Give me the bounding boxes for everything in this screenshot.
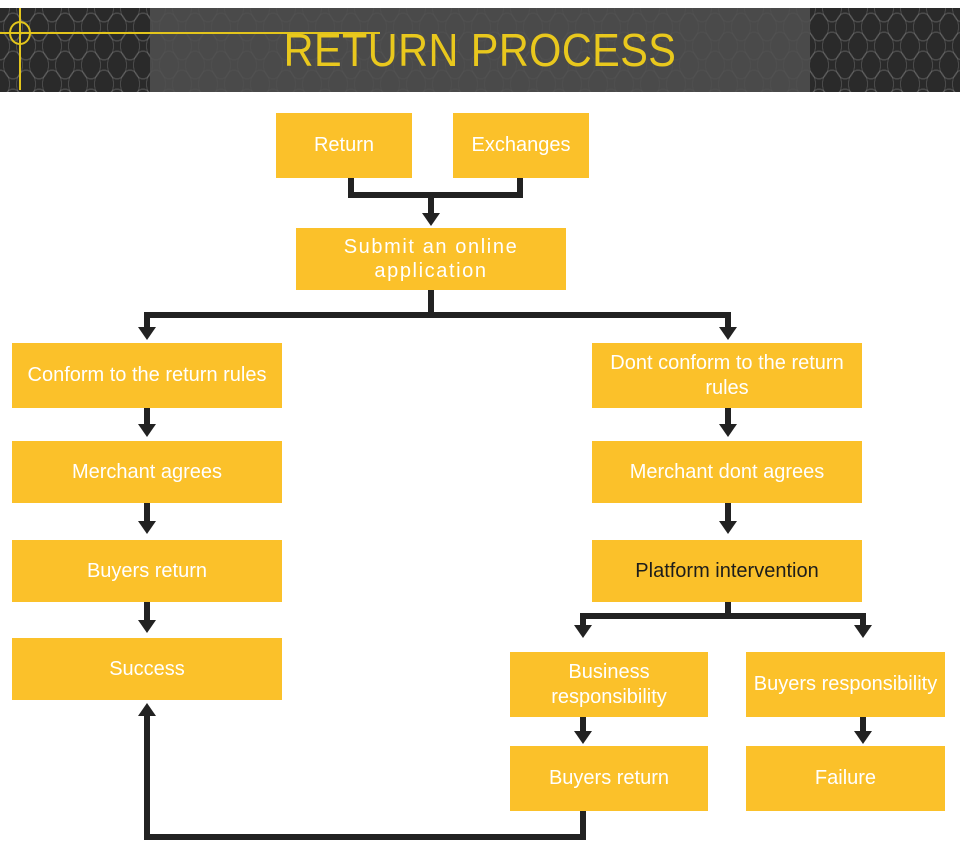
flow-node-merchant-dont-agrees[interactable]: Merchant dont agrees bbox=[592, 441, 862, 503]
flow-node-conform-rules[interactable]: Conform to the return rules bbox=[12, 343, 282, 408]
connector-merge-drop bbox=[428, 192, 434, 215]
arrow-down-icon-to-success bbox=[138, 620, 156, 633]
flow-node-failure[interactable]: Failure bbox=[746, 746, 945, 811]
connector-merchant-agrees-to-buyers-return bbox=[144, 503, 150, 522]
arrow-down-icon-to-conform-rules bbox=[138, 327, 156, 340]
connector-merchant-dont-agrees-to-platform bbox=[725, 503, 731, 522]
arrow-down-icon-to-merchant-agrees bbox=[138, 424, 156, 437]
header-banner: RETURN PROCESS bbox=[0, 8, 960, 92]
flow-node-platform-intervention[interactable]: Platform intervention bbox=[592, 540, 862, 602]
connector-split-bar-main bbox=[144, 312, 731, 318]
flowchart-page: RETURN PROCESS Return Exchanges Submit a… bbox=[0, 0, 960, 850]
connector-feedback-up bbox=[144, 716, 150, 840]
arrow-down-icon-to-failure bbox=[854, 731, 872, 744]
arrow-down-icon-to-dont-conform-rules bbox=[719, 327, 737, 340]
flow-node-submit-application[interactable]: Submit an online application bbox=[296, 228, 566, 290]
flow-node-merchant-agrees[interactable]: Merchant agrees bbox=[12, 441, 282, 503]
connector-feedback-horizontal bbox=[144, 834, 586, 840]
connector-merge-bar-top bbox=[348, 192, 523, 198]
flow-node-exchanges[interactable]: Exchanges bbox=[453, 113, 589, 178]
flow-node-success[interactable]: Success bbox=[12, 638, 282, 700]
arrow-up-icon-to-success bbox=[138, 703, 156, 716]
arrow-down-icon-to-business-responsibility bbox=[574, 625, 592, 638]
flow-node-business-responsibility[interactable]: Business responsibility bbox=[510, 652, 708, 717]
flow-node-return[interactable]: Return bbox=[276, 113, 412, 178]
flow-node-buyers-return-bottom[interactable]: Buyers return bbox=[510, 746, 708, 811]
arrow-down-icon-to-platform-intervention bbox=[719, 521, 737, 534]
flow-node-buyers-return-left[interactable]: Buyers return bbox=[12, 540, 282, 602]
arrow-down-icon-to-merchant-dont-agrees bbox=[719, 424, 737, 437]
arrow-down-icon-to-buyers-responsibility bbox=[854, 625, 872, 638]
arrow-down-icon-to-submit bbox=[422, 213, 440, 226]
arrow-down-icon-to-buyers-return-left bbox=[138, 521, 156, 534]
flow-node-dont-conform-rules[interactable]: Dont conform to the return rules bbox=[592, 343, 862, 408]
connector-split-bar-responsibility bbox=[580, 613, 866, 619]
flow-node-buyers-responsibility[interactable]: Buyers responsibility bbox=[746, 652, 945, 717]
page-title: RETURN PROCESS bbox=[283, 24, 677, 76]
connector-buyers-return-to-success bbox=[144, 602, 150, 621]
horizontal-rule-decoration-icon bbox=[0, 32, 380, 34]
arrow-down-icon-to-buyers-return-bottom bbox=[574, 731, 592, 744]
circle-decoration-icon bbox=[9, 21, 31, 45]
